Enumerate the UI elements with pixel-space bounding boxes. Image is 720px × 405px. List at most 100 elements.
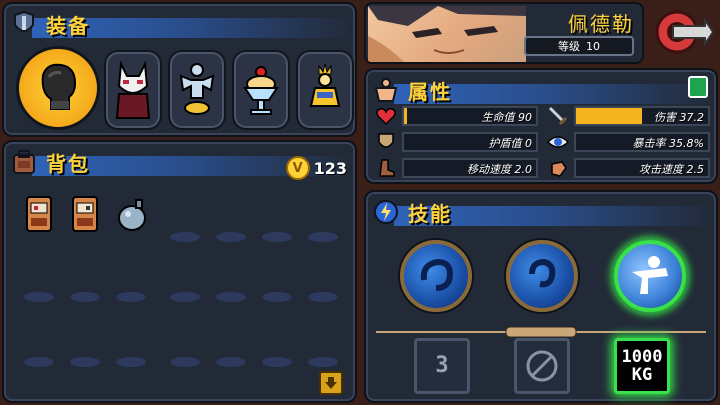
weight-1000kg-icon: 1000 KG <box>621 347 663 385</box>
equipment-header: 装备 <box>10 10 352 38</box>
passive-slot-blocked[interactable] <box>514 338 570 394</box>
stat-attack-speed: 攻击速度 2.5 <box>546 158 710 178</box>
stat-fill <box>404 108 407 124</box>
skills-title: 技能 <box>408 201 452 226</box>
bag-slot-empty[interactable] <box>170 232 200 242</box>
bag-slot-empty[interactable] <box>216 357 246 367</box>
coin-icon: V <box>285 156 310 180</box>
stat-shield: 护盾值 0 <box>374 132 538 152</box>
attributes-header: 属性 <box>372 76 714 104</box>
fist-icon <box>546 158 570 178</box>
attributes-panel: 属性 生命值 90 伤害 37.2 护盾值 0 暴击率 35.8% 移动速度 2… <box>364 68 718 184</box>
bag-slot-empty[interactable] <box>262 292 292 302</box>
stat-crit: 暴击率 35.8% <box>546 132 710 152</box>
stat-value: 35.8% <box>669 137 704 150</box>
bag-slot-empty[interactable] <box>116 292 146 302</box>
bag-item-slot-machine-1[interactable] <box>24 194 54 234</box>
stat-fill <box>576 108 642 124</box>
stat-value: 90 <box>518 111 532 124</box>
body-icon <box>372 76 400 104</box>
skill-slot-2[interactable] <box>506 240 578 312</box>
bag-slot-empty[interactable] <box>216 292 246 302</box>
stat-value: 2.5 <box>686 163 705 176</box>
sword-icon <box>546 106 570 126</box>
bag-slot-empty[interactable] <box>170 292 200 302</box>
slot-machine-icon <box>72 196 98 232</box>
stat-label: 护盾值 <box>488 137 522 150</box>
bag-slot-empty[interactable] <box>116 357 146 367</box>
fist-swirl-icon <box>420 258 454 291</box>
stat-health: 生命值 90 <box>374 106 538 126</box>
skill-slot-3-active[interactable] <box>614 240 686 312</box>
bag-slot-empty[interactable] <box>262 357 292 367</box>
coin-counter: V 123 <box>285 156 347 180</box>
bag-slot-empty[interactable] <box>24 292 54 302</box>
boot-icon <box>374 158 398 178</box>
attributes-title: 属性 <box>408 79 452 104</box>
stat-label: 伤害 <box>654 111 676 124</box>
equip-slot-glove[interactable] <box>16 46 100 130</box>
stat-move-speed: 移动速度 2.0 <box>374 158 538 178</box>
equip-slot-muscle[interactable] <box>168 50 226 130</box>
equip-slot-sundae[interactable] <box>232 50 290 130</box>
passive-slot-weight[interactable]: 1000 KG <box>614 338 670 394</box>
stat-label: 移动速度 <box>467 163 511 176</box>
skill-slot-1[interactable] <box>400 240 472 312</box>
lightning-orb-icon <box>372 198 400 226</box>
bag-scroll-down-button[interactable] <box>319 371 343 395</box>
ornamental-divider <box>376 322 706 338</box>
bag-slot-empty[interactable] <box>308 357 338 367</box>
equip-slot-mask[interactable] <box>104 50 162 130</box>
level-value: 10 <box>586 39 600 53</box>
no-entry-icon <box>526 350 558 382</box>
arrow-down-icon <box>325 377 337 389</box>
bag-item-slot-machine-2[interactable] <box>70 194 100 234</box>
skills-header: 技能 <box>372 198 714 226</box>
shield-icon <box>374 132 398 152</box>
bomb-icon <box>118 199 146 231</box>
equip-slot-figure[interactable] <box>296 50 354 130</box>
skills-panel: 技能 3 1000 KG <box>364 190 718 403</box>
bag-slot-empty[interactable] <box>170 357 200 367</box>
bag-slot-empty[interactable] <box>262 232 292 242</box>
golden-figure-icon <box>309 63 341 107</box>
bag-item-bomb[interactable] <box>116 194 146 234</box>
backpack-panel: 背包 V 123 <box>2 140 357 403</box>
stat-label: 攻击速度 <box>639 163 683 176</box>
stat-damage: 伤害 37.2 <box>546 106 710 126</box>
eye-icon <box>546 132 570 152</box>
bag-slot-empty[interactable] <box>70 292 100 302</box>
muscle-statue-icon <box>179 63 215 115</box>
character-portrait <box>368 6 526 62</box>
bag-slot-empty[interactable] <box>24 357 54 367</box>
character-portrait-panel: 佩德勒 等级 10 <box>364 2 644 64</box>
back-arrow-icon <box>655 10 713 54</box>
character-level: 等级 10 <box>524 36 634 56</box>
bag-slot-empty[interactable] <box>216 232 246 242</box>
potion-icon[interactable] <box>688 76 708 98</box>
backpack-header: 背包 <box>10 148 352 176</box>
coin-value: 123 <box>313 158 347 178</box>
back-button[interactable] <box>652 4 714 60</box>
heart-icon <box>374 106 398 126</box>
stat-value: 37.2 <box>679 111 705 124</box>
equipment-title: 装备 <box>46 13 90 38</box>
fighter-stance-icon <box>632 256 668 294</box>
slot-machine-icon <box>26 196 52 232</box>
boxing-glove-icon <box>41 63 77 110</box>
sundae-icon <box>243 66 279 115</box>
stat-label: 生命值 <box>481 111 515 124</box>
backpack-title: 背包 <box>46 151 90 176</box>
fox-mask-icon <box>115 60 151 119</box>
stat-label: 暴击率 <box>632 137 666 150</box>
passive-slot-triple[interactable]: 3 <box>414 338 470 394</box>
equipment-panel: 装备 <box>2 2 357 137</box>
spiral-icon <box>529 258 556 288</box>
bag-slot-empty[interactable] <box>70 357 100 367</box>
stat-value: 0 <box>525 137 532 150</box>
bag-slot-empty[interactable] <box>308 232 338 242</box>
stat-value: 2.0 <box>514 163 533 176</box>
x3-icon: 3 <box>435 353 449 378</box>
bag-slot-empty[interactable] <box>308 292 338 302</box>
level-label: 等级 <box>558 40 580 53</box>
